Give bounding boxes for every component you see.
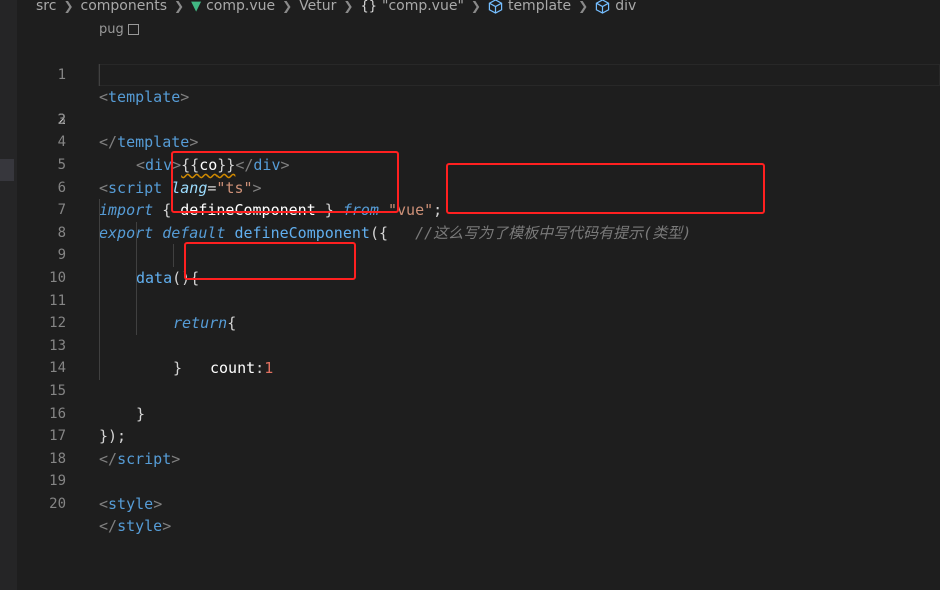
code-lens-label: pug <box>99 22 124 37</box>
indent-guide <box>173 244 174 267</box>
indent-guide <box>99 334 100 358</box>
code-line: 19 <style> <box>0 448 940 513</box>
code-line: 17 </script> <box>0 403 940 468</box>
chevron-right-icon: ❯ <box>63 0 74 13</box>
code-line: 20 </style> <box>0 470 940 536</box>
indent-guide <box>136 221 137 245</box>
code-line: 5 <script lang="ts"> <box>0 131 940 197</box>
vue-icon: ▼ <box>191 0 202 14</box>
square-icon <box>127 24 139 35</box>
annotation-box-comment <box>446 163 765 214</box>
indent-guide <box>136 266 137 290</box>
chevron-right-icon: ❯ <box>578 0 589 13</box>
code-text: </style> <box>99 517 172 536</box>
breadcrumb-item-div[interactable]: div <box>615 0 636 14</box>
code-line: 13 <box>0 312 940 354</box>
line-number: 20 <box>49 495 66 512</box>
code-editor[interactable]: 1 <template> 2 <div>{{co}}</div> 3 </tem… <box>0 41 940 536</box>
indent-guide <box>99 221 100 245</box>
code-line: 4 <box>0 109 940 150</box>
code-line: 16 }); <box>0 380 940 446</box>
breadcrumb-item-components[interactable]: components <box>81 0 168 14</box>
cube-icon <box>595 0 610 14</box>
code-line: 3 </template> <box>0 86 940 152</box>
chevron-right-icon: ❯ <box>282 0 293 13</box>
chevron-right-icon: ❯ <box>343 0 354 13</box>
breadcrumb-item-module[interactable]: "comp.vue" <box>382 0 464 14</box>
indent-guide <box>99 266 100 290</box>
indent-guide <box>99 357 100 380</box>
indent-guide <box>99 312 100 335</box>
indent-guide <box>99 244 100 267</box>
breadcrumb-item-file[interactable]: comp.vue <box>206 0 275 14</box>
code-line: 14 } <box>0 334 940 423</box>
code-text: <style> <box>99 494 163 513</box>
code-line: 11 } <box>0 266 940 377</box>
code-lens-pug[interactable]: pug <box>99 22 139 37</box>
cube-icon <box>488 0 503 14</box>
code-line: 9 return{ <box>0 221 940 332</box>
breadcrumb-item-vetur[interactable]: Vetur <box>299 0 336 14</box>
editor-window: src ❯ components ❯ ▼ comp.vue ❯ Vetur ❯ … <box>0 0 940 590</box>
indent-guide <box>99 199 100 222</box>
braces-icon: {} <box>360 0 377 14</box>
indent-guide <box>99 63 100 87</box>
chevron-right-icon: ❯ <box>470 0 481 13</box>
code-line-current: 2 <div>{{co}}</div> <box>0 63 940 174</box>
code-line: 18 <box>0 425 940 467</box>
annotation-box-count <box>184 242 356 280</box>
chevron-right-icon: ❯ <box>174 0 185 13</box>
indent-guide <box>136 312 137 335</box>
breadcrumb-item-src[interactable]: src <box>36 0 56 14</box>
indent-guide <box>136 244 137 267</box>
code-line: 15 <box>0 357 940 399</box>
code-line: 10 count:1 <box>0 244 940 377</box>
code-line: 1 <template> <box>0 41 940 107</box>
current-line-highlight <box>98 63 940 86</box>
indent-guide <box>136 289 137 313</box>
breadcrumb-item-template[interactable]: template <box>508 0 571 14</box>
indent-guide <box>99 289 100 313</box>
breadcrumb: src ❯ components ❯ ▼ comp.vue ❯ Vetur ❯ … <box>36 0 636 16</box>
code-line: 12 <box>0 289 940 331</box>
annotation-box-define-component <box>171 151 399 213</box>
